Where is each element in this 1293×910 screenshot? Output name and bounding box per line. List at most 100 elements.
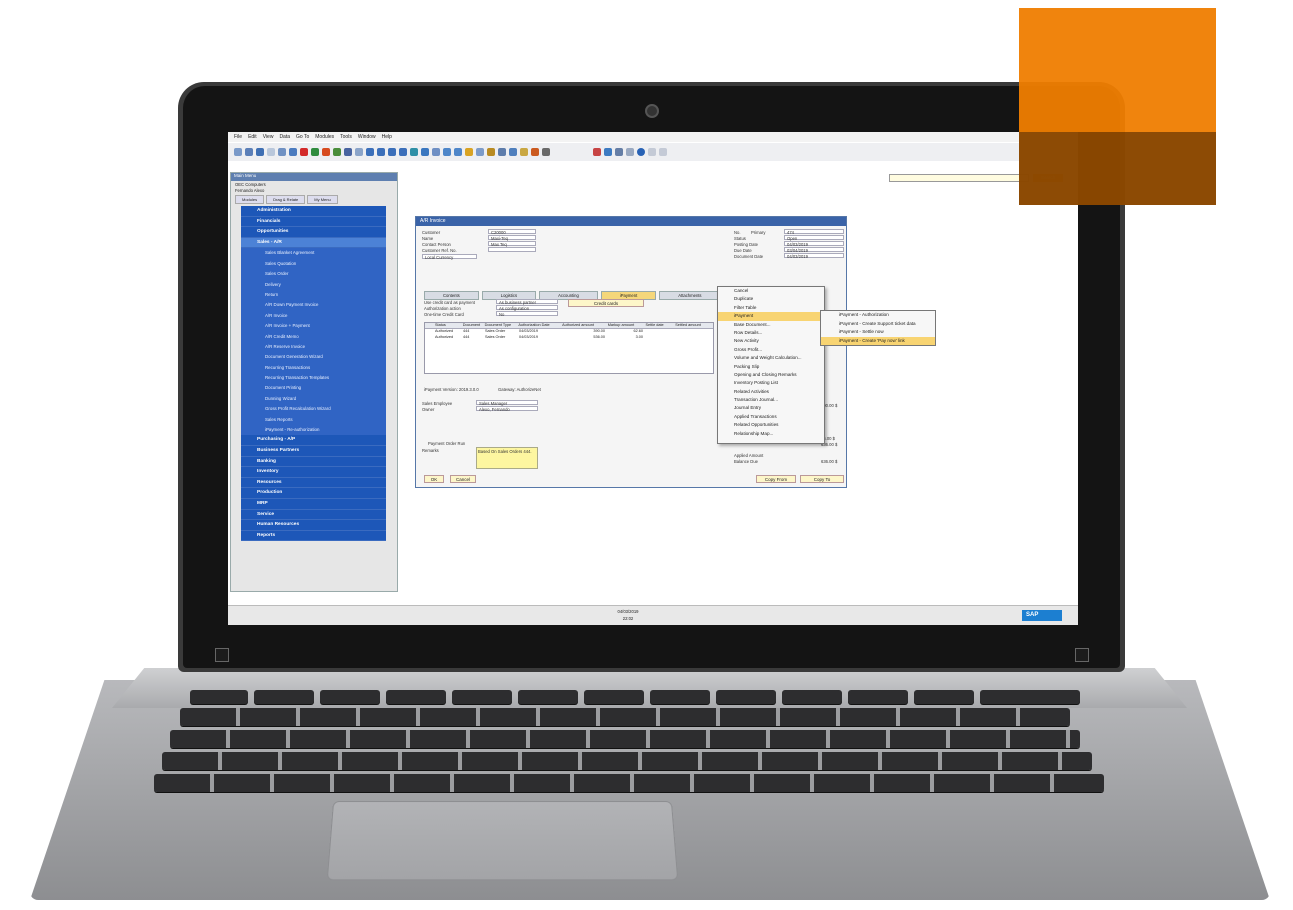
module-service[interactable]: Service [241, 509, 386, 521]
ctx-relationship-map[interactable]: Relationship Map... [718, 430, 824, 438]
ctx-new-activity[interactable]: New Activity [718, 337, 824, 345]
refresh-icon[interactable] [410, 148, 418, 156]
doc-number-field[interactable]: 474 [784, 229, 844, 235]
submenu-pay-now-link[interactable]: iPayment - Create 'Pay now' link [821, 336, 935, 346]
edit-form-icon[interactable] [520, 148, 528, 156]
tab-attachments[interactable]: Attachments [659, 291, 721, 300]
print-preview-icon[interactable] [234, 148, 242, 156]
menu-goto[interactable]: Go To [296, 134, 309, 140]
ctx-packing-slip[interactable]: Packing Slip [718, 363, 824, 371]
onetime-cc-field[interactable]: No [496, 311, 558, 317]
user-icon[interactable] [626, 148, 634, 156]
module-reports[interactable]: Reports [241, 530, 386, 542]
ctx-cancel[interactable]: Cancel [718, 287, 824, 295]
volume-weight-icon[interactable] [487, 148, 495, 156]
document-date-field[interactable]: 04/03/2019 [784, 253, 844, 259]
module-production[interactable]: Production [241, 488, 386, 499]
tab-contents[interactable]: Contents [424, 291, 479, 300]
module-administration[interactable]: Administration [241, 206, 386, 217]
module-mrp[interactable]: MRP [241, 498, 386, 510]
ctx-related-opportunities[interactable]: Related Opportunities [718, 421, 824, 429]
ctx-inventory-posting-list[interactable]: Inventory Posting List [718, 379, 824, 387]
menu-file[interactable]: File [234, 134, 242, 140]
messages-icon[interactable] [604, 148, 612, 156]
last-record-icon[interactable] [399, 148, 407, 156]
module-purchasing[interactable]: Purchasing - A/P [241, 435, 386, 446]
customer-field[interactable]: C20000 [488, 229, 536, 235]
remarks-field[interactable]: Based On Sales Orders 444. [476, 447, 538, 469]
alert-icon[interactable] [593, 148, 601, 156]
pdf-icon[interactable] [300, 148, 308, 156]
ctx-journal-entry[interactable]: Journal Entry [718, 404, 824, 412]
print-icon[interactable] [245, 148, 253, 156]
menu-modules[interactable]: Modules [315, 134, 334, 140]
sms-icon[interactable] [267, 148, 275, 156]
launch-icon[interactable] [322, 148, 330, 156]
previous-record-icon[interactable] [377, 148, 385, 156]
credit-cards-button[interactable]: Credit cards [568, 299, 644, 307]
help-icon[interactable] [637, 148, 645, 156]
module-opportunities[interactable]: Opportunities [241, 227, 386, 238]
name-field[interactable]: Maxi-Teq [488, 235, 536, 241]
menu-help[interactable]: Help [382, 134, 392, 140]
menu-item-ar-credit-memo[interactable]: A/R Credit Memo [241, 331, 386, 342]
menu-item-sales-order[interactable]: Sales Order [241, 269, 386, 280]
ok-button[interactable]: OK [424, 475, 444, 483]
submenu-settle-now[interactable]: iPayment - Settle now [821, 328, 935, 337]
posting-date-field[interactable]: 04/03/2019 [784, 241, 844, 247]
excel-icon[interactable] [311, 148, 319, 156]
layout-designer-icon[interactable] [509, 148, 517, 156]
customer-ref-field[interactable] [488, 247, 536, 252]
ctx-row-details[interactable]: Row Details... [718, 329, 824, 337]
module-financials[interactable]: Financials [241, 216, 386, 228]
ctx-base-document[interactable]: Base Document... [718, 321, 824, 329]
ctx-gross-profit[interactable]: Gross Profit... [718, 346, 824, 354]
table-row[interactable]: Authorized 444 Sales Order 04/03/2019 53… [425, 335, 713, 341]
lock-icon[interactable] [333, 148, 341, 156]
menu-item-gross-profit-recalculation[interactable]: Gross Profit Recalculation Wizard [241, 404, 386, 415]
menu-item-document-printing[interactable]: Document Printing [241, 383, 386, 394]
menu-item-return[interactable]: Return [241, 289, 386, 301]
export-icon[interactable] [278, 148, 286, 156]
submenu-authorization[interactable]: iPayment - Authorization [821, 311, 935, 320]
next-record-icon[interactable] [388, 148, 396, 156]
menu-item-ar-reserve-invoice[interactable]: A/R Reserve Invoice [241, 341, 386, 353]
ctx-transaction-journal[interactable]: Transaction Journal... [718, 396, 824, 404]
module-human-resources[interactable]: Human Resources [241, 520, 386, 531]
menu-item-dunning-wizard[interactable]: Dunning Wizard [241, 393, 386, 405]
gross-profit-icon[interactable] [465, 148, 473, 156]
ctx-related-activities[interactable]: Related Activities [718, 388, 824, 396]
menu-item-sales-reports[interactable]: Sales Reports [241, 414, 386, 426]
find-icon[interactable] [344, 148, 352, 156]
menu-view[interactable]: View [263, 134, 274, 140]
tab-modules[interactable]: Modules [235, 195, 265, 204]
tab-my-menu[interactable]: My Menu [307, 195, 338, 204]
ctx-volume-weight[interactable]: Volume and Weight Calculation... [718, 354, 824, 362]
module-business-partners[interactable]: Business Partners [241, 446, 386, 457]
menu-item-ipayment-reauthorization[interactable]: iPayment - Re-authorization [241, 425, 386, 436]
word-icon[interactable] [289, 148, 297, 156]
menu-item-recurring-transactions[interactable]: Recurring Transactions [241, 362, 386, 374]
menu-item-sales-quotation[interactable]: Sales Quotation [241, 258, 386, 270]
menu-item-ar-invoice[interactable]: A/R Invoice [241, 310, 386, 322]
copy-to-button[interactable]: Copy To [800, 475, 844, 483]
contact-field[interactable]: Max Teq [488, 241, 536, 247]
cancel-button[interactable]: Cancel [450, 475, 476, 483]
base-document-icon[interactable] [443, 148, 451, 156]
sort-icon[interactable] [432, 148, 440, 156]
window-icon[interactable] [648, 148, 656, 156]
journal-icon[interactable] [498, 148, 506, 156]
menu-data[interactable]: Data [279, 134, 290, 140]
module-inventory[interactable]: Inventory [241, 467, 386, 478]
module-resources[interactable]: Resources [241, 477, 386, 489]
menu-item-delivery[interactable]: Delivery [241, 279, 386, 290]
tab-drag-relate[interactable]: Drag & Relate [266, 195, 306, 204]
first-record-icon[interactable] [366, 148, 374, 156]
series-select[interactable]: Primary [751, 230, 765, 235]
filter-icon[interactable] [421, 148, 429, 156]
query-icon[interactable] [531, 148, 539, 156]
menu-item-ar-down-payment-invoice[interactable]: A/R Down Payment Invoice [241, 300, 386, 311]
use-cc-field[interactable]: As business partner [496, 299, 558, 305]
ctx-ipayment[interactable]: iPayment [718, 312, 824, 321]
sales-employee-select[interactable]: Sales Manager [476, 400, 538, 406]
